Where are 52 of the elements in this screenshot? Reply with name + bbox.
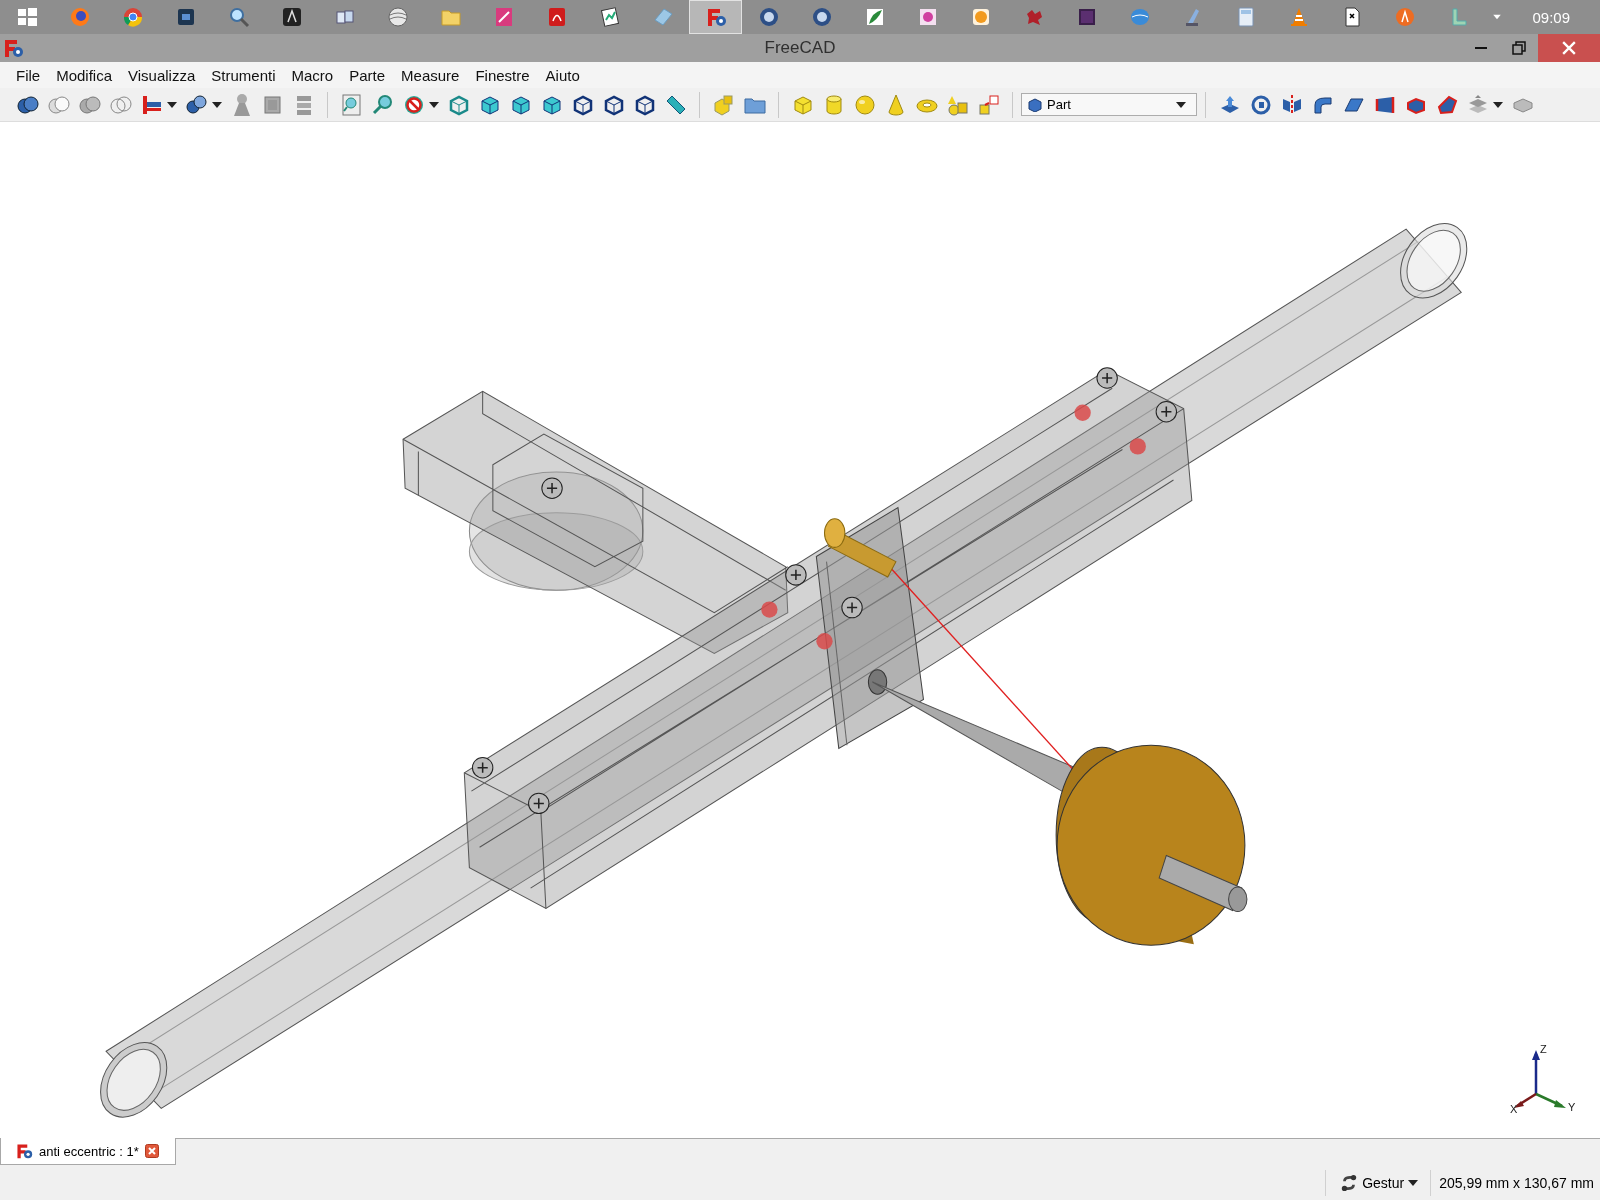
menu-item[interactable]: Measure	[393, 66, 468, 84]
menu-item[interactable]: Strumenti	[203, 66, 284, 84]
zoom-page-icon	[339, 92, 364, 117]
axis-label: Z	[1540, 1044, 1547, 1055]
close-button[interactable]	[1538, 34, 1600, 62]
menu-item[interactable]: Modifica	[48, 66, 121, 84]
dimensions-readout: 205,99 mm x 130,67 mm	[1438, 1175, 1595, 1191]
freecad-logo-icon	[15, 1142, 33, 1160]
menu-item[interactable]: Macro	[283, 66, 342, 84]
minimize-icon	[1474, 47, 1488, 49]
freecad-logo-icon	[2, 37, 24, 59]
magnifier-icon	[370, 92, 395, 117]
globe-icon	[386, 6, 409, 28]
caret-icon	[1408, 1180, 1419, 1186]
dropdown-caret-icon[interactable]	[1493, 101, 1503, 108]
magnifier-icon	[227, 6, 250, 28]
dropdown-caret-icon[interactable]	[167, 101, 177, 108]
menu-item[interactable]: Parte	[341, 66, 394, 84]
ring-disc-icon	[810, 6, 833, 28]
menu-item[interactable]: Finestre	[467, 66, 538, 84]
axis-label: Y	[1568, 1102, 1576, 1113]
menu-item[interactable]: Visualizza	[120, 66, 204, 84]
clock: 09:09	[1532, 8, 1570, 26]
taskbar-button[interactable]	[689, 0, 742, 34]
stacked-blocks-icon	[711, 92, 736, 117]
ring-disc-icon	[757, 6, 780, 28]
dropdown-caret-icon[interactable]	[429, 101, 439, 108]
workbench-dropdown[interactable]: Part	[1021, 93, 1197, 116]
sphere-icon	[852, 92, 877, 117]
dropdown-caret-icon[interactable]	[212, 101, 222, 108]
shape-builder-icon	[976, 92, 1001, 117]
cube-icon	[1028, 97, 1042, 112]
document-tab[interactable]: anti eccentric : 1*	[0, 1138, 176, 1165]
restore-icon	[1512, 41, 1526, 55]
letter-disc-icon	[1393, 6, 1416, 28]
windows-logo-icon	[15, 6, 38, 28]
spheres-icon	[184, 92, 209, 117]
letter-a-icon	[280, 6, 303, 28]
navigation-style-button[interactable]: Gestur	[1326, 1174, 1431, 1192]
chevron-icon[interactable]	[1492, 14, 1503, 20]
close-icon	[1562, 41, 1576, 55]
menu-item[interactable]: Aiuto	[537, 66, 588, 84]
caret-icon	[1176, 101, 1186, 108]
chart-document-icon	[598, 6, 621, 28]
striped-oval-icon	[1128, 6, 1151, 28]
fox-globe-icon	[68, 6, 91, 28]
menu-item[interactable]: File	[8, 66, 49, 84]
ring-logo-icon	[121, 6, 144, 28]
window-title: FreeCAD	[764, 38, 836, 58]
mouse-gesture-icon	[1340, 1174, 1359, 1192]
close-icon[interactable]	[144, 1144, 159, 1158]
axis-label: X	[1510, 1104, 1518, 1115]
